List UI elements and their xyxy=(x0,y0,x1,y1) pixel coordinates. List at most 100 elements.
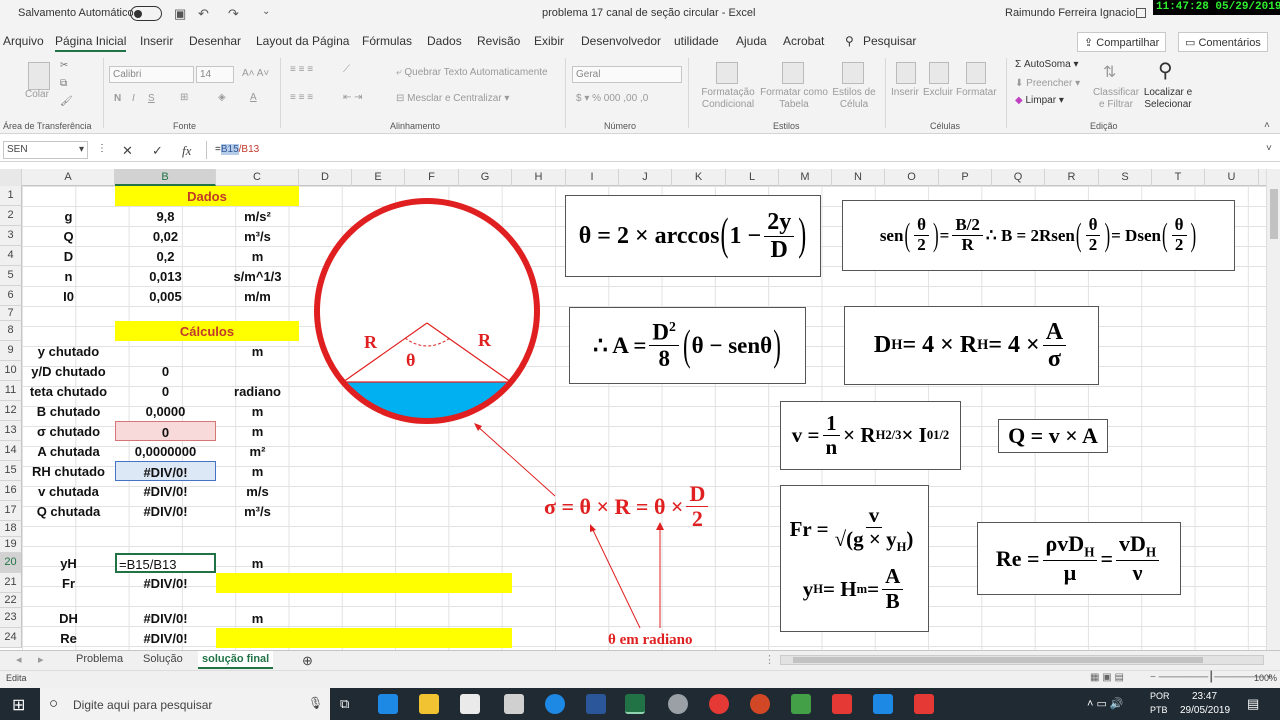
column-header-f[interactable]: F xyxy=(405,169,459,186)
excel-icon[interactable] xyxy=(625,694,645,714)
wrap-text-button[interactable]: ⤶ Quebrar Texto Automaticamente xyxy=(396,67,548,78)
cell-c9[interactable]: m xyxy=(216,341,299,361)
format-table-button[interactable]: Formatar como Tabela xyxy=(758,87,830,111)
copy-icon[interactable]: ⧉ xyxy=(60,78,67,89)
fill-color-icon[interactable]: ◈ xyxy=(218,92,226,103)
cell-c15[interactable]: m xyxy=(216,461,299,481)
vertical-scrollbar[interactable] xyxy=(1266,169,1280,650)
row-header-14[interactable]: 14 xyxy=(0,441,22,461)
taskbar-time[interactable]: 23:47 xyxy=(1192,691,1217,702)
row-header-4[interactable]: 4 xyxy=(0,246,22,266)
cell-b5[interactable]: 0,013 xyxy=(115,266,216,286)
edge-icon[interactable] xyxy=(545,694,565,714)
comments-button[interactable]: ▭ Comentários xyxy=(1178,32,1268,52)
column-header-b[interactable]: B xyxy=(115,169,216,186)
cancel-icon[interactable]: ✕ xyxy=(122,143,133,159)
cell-b23[interactable]: #DIV/0! xyxy=(115,608,216,628)
chrome-icon[interactable] xyxy=(709,694,729,714)
cell-b4[interactable]: 0,2 xyxy=(115,246,216,266)
indent-icon[interactable]: ⇤ ⇥ xyxy=(343,92,363,103)
delete-cells-button[interactable]: Excluir xyxy=(923,87,953,98)
cell-b24[interactable]: #DIV/0! xyxy=(115,628,216,648)
cell-a5[interactable]: n xyxy=(22,266,115,286)
formula-input[interactable]: =B15/B13 xyxy=(206,141,1276,159)
row-header-15[interactable]: 15 xyxy=(0,461,22,481)
cell-a12[interactable]: B chutado xyxy=(22,401,115,421)
cell-b14[interactable]: 0,0000000 xyxy=(115,441,216,461)
store-icon[interactable] xyxy=(460,694,480,714)
align-left-icon[interactable]: ≡ ≡ ≡ xyxy=(290,92,313,103)
windows-start-icon[interactable]: ⊞ xyxy=(12,695,25,715)
column-header-a[interactable]: A xyxy=(22,169,115,186)
cell-c14[interactable]: m² xyxy=(216,441,299,461)
column-header-u[interactable]: U xyxy=(1205,169,1259,186)
sheet-tab-solucao-final[interactable]: solução final xyxy=(198,651,274,669)
conditional-format-button[interactable]: Formatação Condicional xyxy=(697,87,759,111)
currency-icon[interactable]: $ ▾ % 000 ,00 ,0 xyxy=(576,93,648,104)
number-format-combo[interactable]: Geral xyxy=(572,66,682,83)
tab-utilidade[interactable]: utilidade xyxy=(674,34,719,48)
expand-formula-icon[interactable]: ˅ xyxy=(1266,143,1272,154)
cell-c20[interactable]: m xyxy=(216,553,299,573)
insert-cells-button[interactable]: Inserir xyxy=(891,87,919,98)
column-header-g[interactable]: G xyxy=(459,169,512,186)
row-header-18[interactable]: 18 xyxy=(0,521,22,537)
insert-cells-icon[interactable] xyxy=(896,62,916,84)
conditional-format-icon[interactable] xyxy=(716,62,738,84)
taskbar-search[interactable]: ○ Digite aqui para pesquisar 🎙 xyxy=(40,688,330,720)
row-header-17[interactable]: 17 xyxy=(0,501,22,521)
tab-desenhar[interactable]: Desenhar xyxy=(189,34,241,48)
row-header-2[interactable]: 2 xyxy=(0,206,22,226)
cell-c2[interactable]: m/s² xyxy=(216,206,299,226)
grow-font-icon[interactable]: A˄ A˅ xyxy=(242,68,269,79)
insert-function-icon[interactable]: fx xyxy=(182,143,191,159)
borders-icon[interactable]: ⊞ xyxy=(180,92,188,103)
cell-b11[interactable]: 0 xyxy=(115,381,216,401)
prev-sheet-icon[interactable]: ◂ xyxy=(12,651,26,669)
tab-formulas[interactable]: Fórmulas xyxy=(362,34,412,48)
cell-c11[interactable]: radiano xyxy=(216,381,299,401)
font-name-combo[interactable]: Calibri xyxy=(109,66,194,83)
cell-c4[interactable]: m xyxy=(216,246,299,266)
cell-b6[interactable]: 0,005 xyxy=(115,286,216,306)
column-header-t[interactable]: T xyxy=(1152,169,1205,186)
cell-a9[interactable]: y chutado xyxy=(22,341,115,361)
cell-a17[interactable]: Q chutada xyxy=(22,501,115,521)
keyboard-lang[interactable]: POR xyxy=(1150,691,1170,701)
cell-b17[interactable]: #DIV/0! xyxy=(115,501,216,521)
cell-c17[interactable]: m³/s xyxy=(216,501,299,521)
cell-b10[interactable]: 0 xyxy=(115,361,216,381)
sort-filter-button[interactable]: Classificar e Filtrar xyxy=(1090,87,1142,111)
cell-c16[interactable]: m/s xyxy=(216,481,299,501)
cell-c13[interactable]: m xyxy=(216,421,299,441)
cell-b12[interactable]: 0,0000 xyxy=(115,401,216,421)
search-icon[interactable]: ⚲ xyxy=(845,34,854,48)
row-header-11[interactable]: 11 xyxy=(0,381,22,401)
taskbar-date[interactable]: 29/05/2019 xyxy=(1180,705,1230,716)
tab-inserir[interactable]: Inserir xyxy=(140,34,173,48)
file-explorer-icon[interactable] xyxy=(419,694,439,714)
tab-layout[interactable]: Layout da Página xyxy=(256,34,349,48)
enter-icon[interactable]: ✓ xyxy=(152,143,163,159)
find-icon[interactable]: ⚲ xyxy=(1158,58,1173,83)
fill-button[interactable]: ⬇ Preencher ▾ xyxy=(1015,78,1080,89)
row-header-22[interactable]: 22 xyxy=(0,593,22,608)
column-header-e[interactable]: E xyxy=(352,169,405,186)
cell-a10[interactable]: y/D chutado xyxy=(22,361,115,381)
column-header-k[interactable]: K xyxy=(672,169,726,186)
column-header-c[interactable]: C xyxy=(216,169,299,186)
cell-a23[interactable]: DH xyxy=(22,608,115,628)
format-cells-button[interactable]: Formatar xyxy=(956,87,997,98)
column-header-q[interactable]: Q xyxy=(992,169,1045,186)
worksheet-grid[interactable]: 1 2 3 4 5 6 7 8 9 10 11 12 13 14 15 16 1… xyxy=(0,186,1266,650)
tab-arquivo[interactable]: Arquivo xyxy=(3,34,44,48)
tab-dados[interactable]: Dados xyxy=(427,34,462,48)
column-header-p[interactable]: P xyxy=(939,169,992,186)
orientation-icon[interactable]: ⟋ xyxy=(343,64,350,75)
cell-a3[interactable]: Q xyxy=(22,226,115,246)
column-header-m[interactable]: M xyxy=(779,169,832,186)
tab-ajuda[interactable]: Ajuda xyxy=(736,34,767,48)
row-header-8[interactable]: 8 xyxy=(0,321,22,341)
row-header-16[interactable]: 16 xyxy=(0,481,22,501)
cell-a14[interactable]: A chutada xyxy=(22,441,115,461)
